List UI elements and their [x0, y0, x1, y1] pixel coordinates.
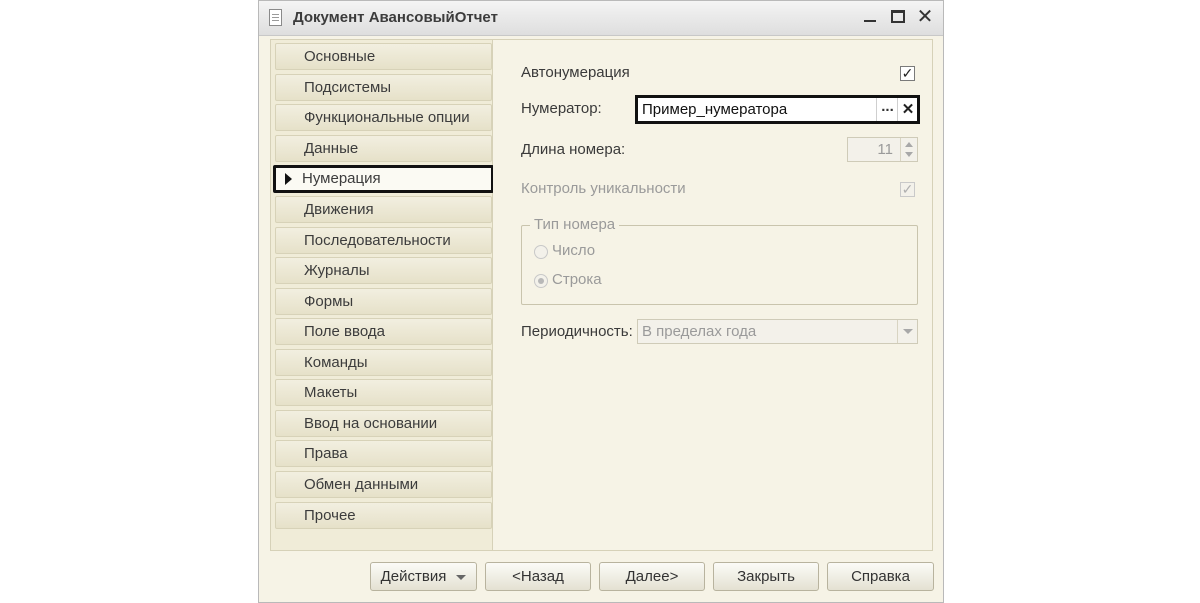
clear-numerator-button[interactable]: ✕	[897, 98, 918, 121]
actions-button[interactable]: Действия	[370, 562, 477, 591]
window-title: Документ АвансовыйОтчет	[293, 9, 498, 26]
number-length-value: 11	[877, 141, 893, 158]
number-type-radio-number[interactable]	[534, 245, 548, 259]
sidebar-item-komandy[interactable]: Команды	[275, 349, 492, 376]
sidebar-item-makety[interactable]: Макеты	[275, 379, 492, 406]
sidebar-item-posledovatelnosti[interactable]: Последовательности	[275, 227, 492, 254]
sidebar-item-label: Обмен данными	[304, 476, 419, 493]
next-button[interactable]: Далее>	[599, 562, 705, 591]
number-type-option-number: Число	[552, 242, 596, 259]
number-length-label: Длина номера:	[521, 141, 626, 158]
sidebar-item-pole-vvoda[interactable]: Поле ввода	[275, 318, 492, 345]
sidebar-item-label: Команды	[304, 354, 368, 371]
document-properties-window: Документ АвансовыйОтчет ✕ Основные Подси…	[258, 0, 944, 603]
minimize-icon[interactable]	[859, 6, 881, 28]
sidebar-item-label: Журналы	[304, 262, 370, 279]
sidebar-item-dannye[interactable]: Данные	[275, 135, 492, 162]
sidebar-item-osnovnye[interactable]: Основные	[275, 43, 492, 70]
number-type-legend: Тип номера	[530, 216, 620, 233]
numerator-label: Нумератор:	[521, 100, 602, 117]
sidebar-item-prava[interactable]: Права	[275, 440, 492, 467]
actions-label: Действия	[380, 568, 447, 585]
periodicity-label: Периодичность:	[521, 323, 633, 340]
sidebar-item-label: Функциональные опции	[304, 109, 470, 126]
close-label: Закрыть	[737, 568, 795, 585]
periodicity-select[interactable]: В пределах года	[637, 319, 918, 344]
back-label: <Назад	[512, 568, 564, 585]
help-label: Справка	[851, 568, 910, 585]
sidebar-item-label: Формы	[304, 293, 354, 310]
stepper-up-icon[interactable]	[905, 142, 913, 147]
document-icon	[269, 9, 282, 26]
sidebar-item-label: Прочее	[304, 507, 356, 524]
checkmark-icon: ✓	[901, 181, 914, 197]
sidebar-item-label: Нумерация	[302, 170, 381, 187]
periodicity-value: В пределах года	[642, 323, 757, 340]
sidebar-item-formy[interactable]: Формы	[275, 288, 492, 315]
sidebar-item-label: Последовательности	[304, 232, 451, 249]
sidebar-item-vvod-na-osnovanii[interactable]: Ввод на основании	[275, 410, 492, 437]
sidebar-item-label: Макеты	[304, 384, 358, 401]
number-type-group: Тип номера Число Строка	[521, 216, 918, 305]
sidebar-item-dvizheniya[interactable]: Движения	[275, 196, 492, 223]
maximize-icon[interactable]	[887, 6, 909, 28]
sidebar-item-funktsionalnye-optsii[interactable]: Функциональные опции	[275, 104, 492, 131]
sidebar-item-label: Движения	[304, 201, 374, 218]
sidebar-item-label: Основные	[304, 48, 376, 65]
sidebar-item-podsistemy[interactable]: Подсистемы	[275, 74, 492, 101]
autonumbering-label: Автонумерация	[521, 64, 630, 81]
uniqueness-control-checkbox[interactable]: ✓	[900, 182, 915, 197]
sidebar-item-zhurnaly[interactable]: Журналы	[275, 257, 492, 284]
sidebar-item-obmen-dannymi[interactable]: Обмен данными	[275, 471, 492, 498]
close-button[interactable]: Закрыть	[713, 562, 819, 591]
sidebar-item-prochee[interactable]: Прочее	[275, 502, 492, 529]
stepper-down-icon[interactable]	[905, 152, 913, 157]
title-bar: Документ АвансовыйОтчет ✕	[259, 1, 943, 36]
sidebar-item-label: Поле ввода	[304, 323, 385, 340]
chevron-down-icon[interactable]	[897, 320, 917, 343]
current-item-arrow-icon	[285, 173, 292, 185]
numerator-field[interactable]: Пример_нумератора ... ✕	[635, 95, 920, 124]
sidebar-item-label: Права	[304, 445, 348, 462]
sidebar-item-numeratsiya[interactable]: Нумерация	[273, 165, 494, 193]
number-type-option-string: Строка	[552, 271, 602, 288]
sidebar-nav: Основные Подсистемы Функциональные опции…	[270, 39, 494, 551]
sidebar-item-label: Данные	[304, 140, 359, 157]
checkmark-icon: ✓	[901, 65, 914, 81]
number-length-stepper[interactable]: 11	[847, 137, 918, 162]
number-type-radio-string[interactable]	[534, 274, 548, 288]
select-numerator-button[interactable]: ...	[876, 98, 898, 121]
close-icon[interactable]: ✕	[914, 6, 936, 28]
numbering-settings-panel: Автонумерация ✓ Нумератор: Пример_нумера…	[493, 39, 933, 551]
help-button[interactable]: Справка	[827, 562, 934, 591]
numerator-value: Пример_нумератора	[642, 101, 788, 118]
uniqueness-control-label: Контроль уникальности	[521, 180, 686, 197]
next-label: Далее>	[625, 568, 679, 585]
dropdown-arrow-icon	[456, 574, 467, 580]
back-button[interactable]: <Назад	[485, 562, 591, 591]
sidebar-item-label: Подсистемы	[304, 79, 392, 96]
stepper-buttons[interactable]	[900, 138, 917, 161]
sidebar-item-label: Ввод на основании	[304, 415, 438, 432]
autonumbering-checkbox[interactable]: ✓	[900, 66, 915, 81]
